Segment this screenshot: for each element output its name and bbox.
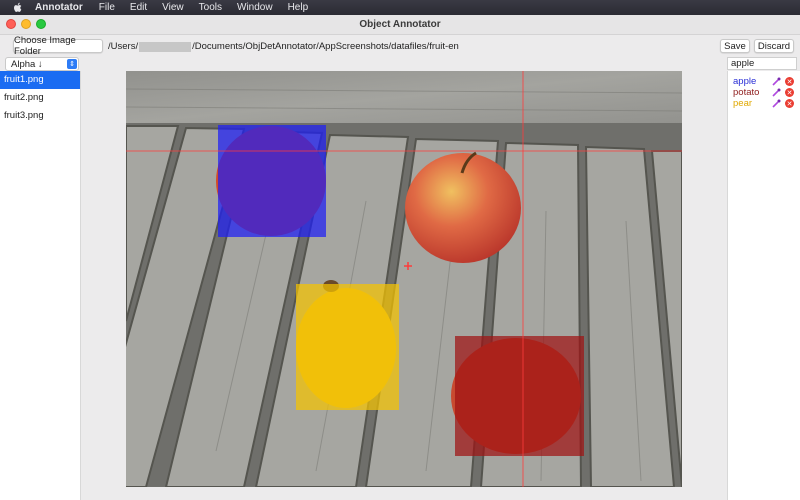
eyedropper-icon[interactable] (771, 88, 781, 98)
chevron-updown-icon: ⇕ (67, 59, 77, 69)
label-name: apple (733, 76, 757, 87)
file-list: fruit1.png fruit2.png fruit3.png (0, 71, 81, 500)
annotation-box-pear[interactable] (296, 284, 399, 410)
redacted-username (139, 41, 192, 52)
choose-image-folder-button[interactable]: Choose Image Folder (13, 35, 103, 57)
menu-file[interactable]: File (99, 2, 115, 13)
window-controls (6, 19, 46, 29)
delete-label-icon[interactable]: ✕ (785, 99, 794, 108)
folder-path-prefix: /Users/ (108, 41, 139, 52)
label-row-potato[interactable]: potato ✕ (733, 87, 794, 98)
delete-label-icon[interactable]: ✕ (785, 77, 794, 86)
folder-path-suffix: /Documents/ObjDetAnnotator/AppScreenshot… (192, 41, 459, 52)
file-list-item[interactable]: fruit2.png (0, 89, 80, 107)
window-title: Object Annotator (359, 19, 441, 30)
discard-button[interactable]: Discard (754, 39, 794, 53)
label-row-pear[interactable]: pear ✕ (733, 98, 794, 109)
apple-menu-icon[interactable] (11, 0, 25, 15)
minimize-window-button[interactable] (21, 19, 31, 29)
menu-app-name[interactable]: Annotator (35, 2, 83, 13)
label-input[interactable]: apple (727, 57, 797, 70)
zoom-window-button[interactable] (36, 19, 46, 29)
menu-help[interactable]: Help (288, 2, 309, 13)
title-bar: Object Annotator (0, 15, 800, 35)
file-list-item[interactable]: fruit1.png (0, 71, 80, 89)
delete-label-icon[interactable]: ✕ (785, 88, 794, 97)
annotation-box-potato[interactable] (455, 336, 584, 456)
folder-path: /Users/ /Documents/ObjDetAnnotator/AppSc… (108, 41, 459, 52)
eyedropper-icon[interactable] (771, 77, 781, 87)
annotated-image (126, 71, 682, 487)
menu-view[interactable]: View (162, 2, 184, 13)
sort-order-select[interactable]: Alpha ↓ ⇕ (5, 57, 79, 71)
close-window-button[interactable] (6, 19, 16, 29)
image-canvas[interactable] (126, 71, 682, 487)
save-button[interactable]: Save (720, 39, 750, 53)
label-name: pear (733, 98, 753, 109)
annotation-box-apple[interactable] (218, 125, 326, 237)
menu-tools[interactable]: Tools (199, 2, 222, 13)
file-list-item[interactable]: fruit3.png (0, 107, 80, 125)
labels-panel: apple ✕ potato ✕ pear ✕ (727, 71, 800, 500)
app-window: Object Annotator Choose Image Folder /Us… (0, 15, 800, 500)
sort-order-value: Alpha ↓ (11, 58, 43, 70)
label-name: potato (733, 87, 760, 98)
menu-window[interactable]: Window (237, 2, 273, 13)
label-row-apple[interactable]: apple ✕ (733, 76, 794, 87)
menu-edit[interactable]: Edit (130, 2, 147, 13)
eyedropper-icon[interactable] (771, 99, 781, 109)
menu-bar: Annotator File Edit View Tools Window He… (0, 0, 800, 15)
